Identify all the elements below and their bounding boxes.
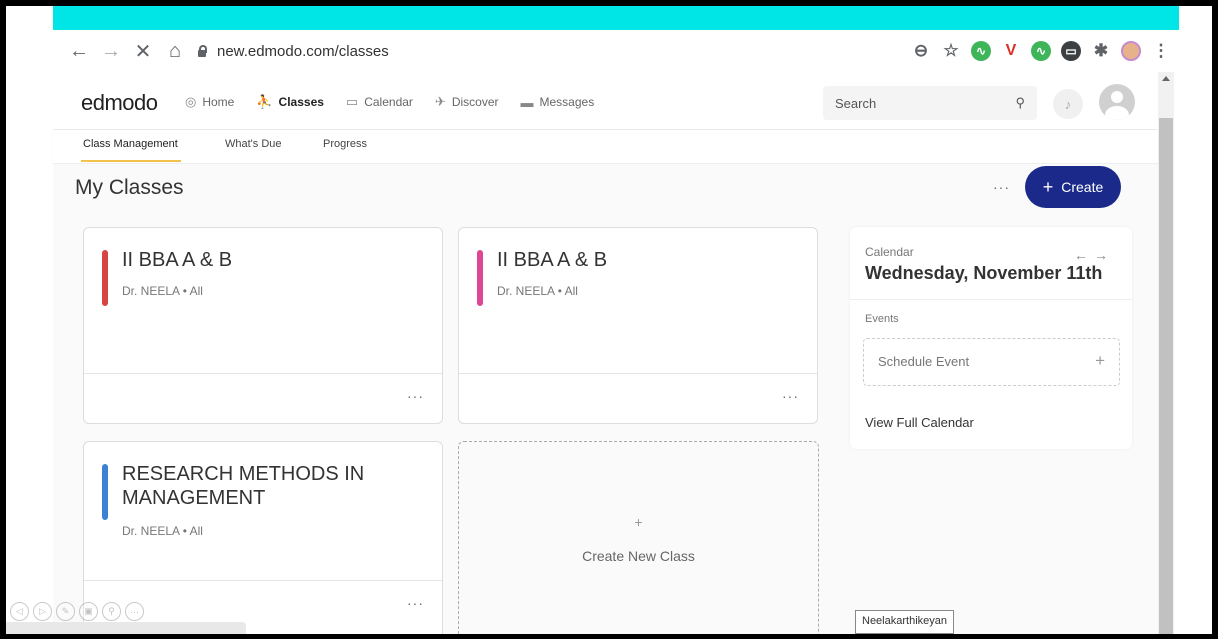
nav-item-label: Messages: [539, 95, 595, 109]
calendar-icon: ▭: [345, 94, 359, 109]
nav-item-label: Calendar: [364, 95, 413, 109]
create-new-class-label: Create New Class: [582, 548, 695, 564]
nav-item-label: Home: [202, 95, 235, 109]
view-full-calendar-link[interactable]: View Full Calendar: [865, 415, 974, 430]
class-color-bar: [102, 250, 108, 306]
class-name[interactable]: II BBA A & B: [497, 248, 607, 272]
calendar-arrows: ←→: [1074, 247, 1114, 263]
search-icon[interactable]: ⚲: [1015, 95, 1025, 111]
zoom-icon[interactable]: ⚲: [102, 602, 121, 621]
schedule-event-button[interactable]: Schedule Event +: [863, 338, 1120, 386]
close-icon[interactable]: ✕: [127, 35, 159, 67]
sub-tabs: Class Management What's Due Progress: [53, 130, 1158, 164]
class-card[interactable]: II BBA A & B Dr. NEELA • All ···: [83, 227, 443, 424]
discover-icon: ✈: [434, 94, 446, 109]
search-input[interactable]: Search ⚲: [823, 86, 1037, 120]
messages-icon: ▬: [520, 94, 534, 110]
plus-icon: +: [1095, 351, 1105, 370]
tab-whats-due[interactable]: What's Due: [225, 138, 282, 150]
main-content: My Classes ··· + Create II BBA A & B Dr.…: [53, 164, 1158, 634]
nav-item-label: Classes: [278, 95, 324, 109]
class-color-bar: [102, 464, 108, 520]
calendar-label: Calendar: [865, 245, 914, 259]
edmodo-logo[interactable]: edmodo: [81, 90, 158, 116]
next-icon[interactable]: ▷: [33, 602, 52, 621]
browser-toolbar: ← → ✕ ⌂ new.edmodo.com/classes ⊖ ☆ ∿ V ∿…: [53, 30, 1179, 72]
extension-dark-icon[interactable]: ▭: [1061, 41, 1081, 61]
nav-item-label: Discover: [451, 95, 499, 109]
top-color-strip: [53, 6, 1179, 30]
calendar-next-icon[interactable]: →: [1094, 247, 1114, 263]
avatar-head: [1111, 91, 1123, 103]
scrollbar-thumb[interactable]: [1159, 118, 1173, 634]
nav-item-home[interactable]: ◎ Home: [185, 94, 234, 110]
card-footer: ···: [459, 373, 817, 423]
extension-green-icon[interactable]: ∿: [1031, 41, 1051, 61]
home-icon: ◎: [185, 94, 197, 109]
more-icon[interactable]: ···: [125, 602, 144, 621]
search-placeholder: Search: [835, 95, 877, 111]
extension-v-icon[interactable]: V: [1001, 41, 1021, 61]
puzzle-icon[interactable]: ✱: [1091, 41, 1111, 61]
pen-icon[interactable]: ✎: [56, 602, 75, 621]
back-icon[interactable]: ←: [63, 35, 95, 67]
tab-progress[interactable]: Progress: [323, 138, 367, 150]
notification-bell-icon[interactable]: ♪: [1053, 89, 1083, 119]
top-navigation: ◎ Home ⛹ Classes ▭ Calendar ✈ Discover ▬…: [185, 94, 594, 110]
user-avatar[interactable]: [1099, 84, 1135, 120]
star-icon[interactable]: ☆: [941, 41, 961, 61]
nav-item-classes[interactable]: ⛹ Classes: [256, 94, 324, 110]
previous-icon[interactable]: ◁: [10, 602, 29, 621]
class-meta: Dr. NEELA • All: [122, 284, 203, 298]
events-label: Events: [865, 313, 899, 325]
nav-item-calendar[interactable]: ▭ Calendar: [346, 94, 413, 110]
active-tab-underline: [81, 160, 181, 162]
calendar-prev-icon[interactable]: ←: [1074, 247, 1094, 263]
plus-icon: +: [634, 514, 643, 530]
app-header: edmodo ◎ Home ⛹ Classes ▭ Calendar ✈ Dis…: [53, 72, 1158, 130]
calendar-date: Wednesday, November 11th: [865, 263, 1103, 283]
lock-icon: [197, 45, 207, 57]
schedule-event-label: Schedule Event: [878, 354, 970, 369]
zoom-icon[interactable]: ⊖: [911, 41, 931, 61]
user-tooltip: Neelakarthikeyan: [855, 610, 954, 634]
classes-icon: ⛹: [256, 94, 273, 109]
screen: ← → ✕ ⌂ new.edmodo.com/classes ⊖ ☆ ∿ V ∿…: [6, 6, 1212, 634]
screenshot-frame: ← → ✕ ⌂ new.edmodo.com/classes ⊖ ☆ ∿ V ∿…: [0, 0, 1218, 639]
status-bar: [6, 622, 246, 634]
plus-icon: +: [1042, 176, 1054, 197]
create-new-class-card[interactable]: + Create New Class: [458, 441, 819, 634]
card-menu-icon[interactable]: ···: [407, 388, 424, 404]
presentation-controls: ◁ ▷ ✎ ▣ ⚲ ···: [10, 602, 144, 621]
more-options-icon[interactable]: ···: [993, 179, 1010, 195]
tab-class-management[interactable]: Class Management: [83, 138, 178, 150]
class-color-bar: [477, 250, 483, 306]
kebab-menu-icon[interactable]: ⋮: [1151, 41, 1171, 61]
extension-green-icon[interactable]: ∿: [971, 41, 991, 61]
class-meta: Dr. NEELA • All: [497, 284, 578, 298]
home-icon[interactable]: ⌂: [159, 35, 191, 67]
address-bar[interactable]: new.edmodo.com/classes: [197, 43, 389, 60]
nav-item-messages[interactable]: ▬ Messages: [521, 94, 595, 110]
class-name[interactable]: RESEARCH METHODS IN MANAGEMENT: [122, 462, 422, 510]
create-label: Create: [1061, 179, 1104, 195]
class-card[interactable]: II BBA A & B Dr. NEELA • All ···: [458, 227, 818, 424]
scroll-up-icon[interactable]: [1162, 76, 1170, 81]
create-button[interactable]: + Create: [1025, 166, 1121, 208]
nav-item-discover[interactable]: ✈ Discover: [435, 94, 499, 110]
extensions-area: ⊖ ☆ ∿ V ∿ ▭ ✱ ⋮: [911, 30, 1179, 72]
profile-avatar[interactable]: [1121, 41, 1141, 61]
forward-icon[interactable]: →: [95, 35, 127, 67]
card-menu-icon[interactable]: ···: [782, 388, 799, 404]
calendar-widget: Calendar ←→ Wednesday, November 11th Eve…: [850, 227, 1132, 449]
slides-icon[interactable]: ▣: [79, 602, 98, 621]
card-footer: ···: [84, 373, 442, 423]
divider: [850, 299, 1132, 300]
card-menu-icon[interactable]: ···: [407, 595, 424, 611]
url-text: new.edmodo.com/classes: [217, 42, 389, 60]
page-title: My Classes: [75, 176, 184, 199]
class-name[interactable]: II BBA A & B: [122, 248, 232, 272]
class-meta: Dr. NEELA • All: [122, 524, 203, 538]
avatar-body: [1105, 106, 1129, 120]
